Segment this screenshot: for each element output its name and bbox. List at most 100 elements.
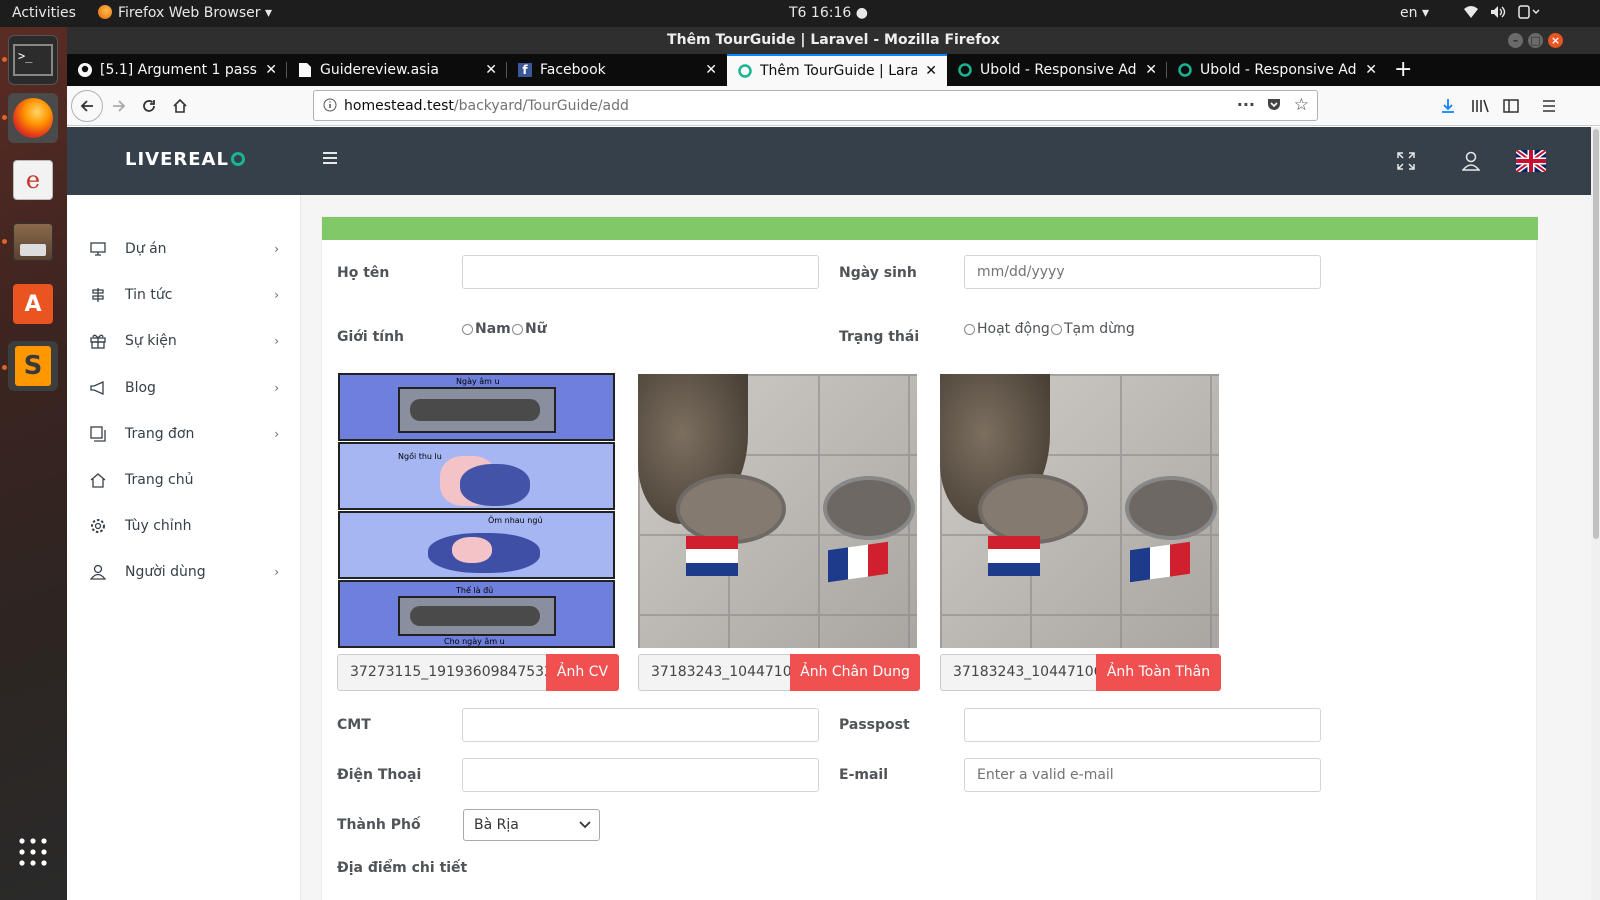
terminal-icon: >_ [13, 44, 53, 76]
full-body-upload-button[interactable]: Ảnh Toàn Thân [1096, 654, 1221, 691]
sidebar-item-du-an[interactable]: Dự án › [89, 234, 279, 264]
menu-toggle-icon[interactable] [322, 150, 338, 169]
sidebar-item-tin-tuc[interactable]: Tin tức › [89, 280, 279, 310]
new-tab-plus-icon[interactable]: + [1394, 57, 1412, 82]
files-launcher[interactable] [8, 217, 58, 267]
app-logo[interactable]: LIVEREAL [125, 149, 245, 170]
sidebar-item-trang-chu[interactable]: Trang chủ [89, 465, 279, 495]
chevron-right-icon: › [274, 334, 279, 348]
ubold-icon [1177, 62, 1193, 78]
comic-panel: Ngày âm u [338, 373, 615, 441]
bookmark-star-icon[interactable]: ☆ [1294, 95, 1309, 115]
wifi-icon[interactable] [1463, 5, 1479, 23]
tab-close-icon[interactable]: ✕ [1145, 62, 1157, 78]
status-radio-active[interactable]: Hoạt động [964, 321, 1050, 337]
tab-ubold-2[interactable]: Ubold - Responsive Adm ✕ [1167, 54, 1387, 86]
status-radio-paused[interactable]: Tạm dừng [1051, 321, 1135, 337]
gender-radio-female[interactable]: Nữ [512, 321, 547, 337]
tab-close-icon[interactable]: ✕ [925, 63, 937, 79]
gender-radio-male[interactable]: Nam [462, 321, 511, 337]
hamburger-menu-icon[interactable] [1535, 92, 1563, 120]
volume-icon[interactable] [1490, 5, 1506, 23]
activities-button[interactable]: Activities [12, 5, 76, 21]
tab-guidereview[interactable]: Guidereview.asia ✕ [287, 54, 507, 86]
page-actions-icon[interactable]: ··· [1237, 95, 1255, 114]
forward-arrow-icon[interactable] [105, 92, 133, 120]
tab-title: Guidereview.asia [320, 62, 439, 78]
close-window-button[interactable]: × [1548, 33, 1563, 48]
sidebar-item-label: Tùy chỉnh [125, 518, 192, 534]
tab-facebook[interactable]: f Facebook ✕ [507, 54, 727, 86]
chevron-down-icon [579, 810, 591, 840]
reload-icon[interactable] [135, 92, 163, 120]
tab-title: [5.1] Argument 1 passed [100, 62, 258, 78]
passport-label: Passpost [839, 717, 910, 733]
profile-user-icon[interactable] [1461, 151, 1481, 175]
sidebar-item-trang-don[interactable]: Trang đơn › [89, 419, 279, 449]
tab-tourguide-active[interactable]: Thêm TourGuide | Laravel ✕ [727, 54, 947, 86]
tab-close-icon[interactable]: ✕ [705, 62, 717, 78]
comic-panel: Ôm nhau ngủ [338, 511, 615, 579]
dob-input[interactable]: mm/dd/yyyy [964, 255, 1321, 289]
software-launcher[interactable]: A [8, 279, 58, 329]
sublime-launcher[interactable]: S [8, 341, 58, 391]
language-indicator[interactable]: en ▾ [1400, 5, 1429, 21]
city-label: Thành Phố [337, 817, 421, 833]
croatia-flag-icon [988, 536, 1040, 576]
running-indicator [2, 115, 7, 120]
sidebar-item-su-kien[interactable]: Sự kiện › [89, 326, 279, 356]
pocket-icon[interactable] [1266, 97, 1282, 117]
show-applications-button[interactable] [8, 827, 58, 877]
github-icon [77, 62, 93, 78]
library-icon[interactable] [1466, 92, 1494, 120]
power-icon[interactable] [1518, 5, 1540, 23]
chevron-right-icon: › [274, 565, 279, 579]
clock[interactable]: T6 16:16 ● [789, 5, 868, 21]
sidebar-item-label: Blog [125, 380, 156, 396]
full-body-upload-label: Ảnh Toàn Thân [1106, 664, 1211, 680]
url-bar[interactable]: homestead.test/backyard/TourGuide/add ··… [313, 90, 1318, 121]
id-card-input[interactable] [462, 708, 819, 742]
city-select[interactable]: Bà Rịa [463, 809, 600, 841]
portrait-file-input[interactable]: 37183243_10447106 [638, 654, 792, 691]
tab-close-icon[interactable]: ✕ [265, 62, 277, 78]
croatia-flag-icon [686, 536, 738, 576]
uk-flag-icon[interactable] [1514, 147, 1548, 176]
tab-github[interactable]: [5.1] Argument 1 passed ✕ [67, 54, 287, 86]
sidebar-item-blog[interactable]: Blog › [89, 373, 279, 403]
passport-input[interactable] [964, 708, 1321, 742]
back-arrow-icon[interactable] [71, 90, 103, 122]
cv-upload-label: Ảnh CV [556, 664, 609, 680]
document-viewer-launcher[interactable]: e [8, 155, 58, 205]
gender-label: Giới tính [337, 329, 405, 345]
phone-input[interactable] [462, 758, 819, 792]
full-body-file-input[interactable]: 37183243_10447106 [940, 654, 1098, 691]
minimize-button[interactable]: – [1508, 33, 1523, 48]
tab-ubold-1[interactable]: Ubold - Responsive Adm ✕ [947, 54, 1167, 86]
firefox-launcher[interactable] [8, 93, 58, 143]
terminal-launcher[interactable]: >_ [8, 35, 58, 85]
cv-upload-button[interactable]: Ảnh CV [546, 654, 619, 691]
maximize-button[interactable]: □ [1528, 33, 1543, 48]
tab-close-icon[interactable]: ✕ [485, 62, 497, 78]
app-grid-icon [19, 838, 47, 866]
name-input[interactable] [462, 255, 819, 289]
download-arrow-icon[interactable] [1434, 92, 1462, 120]
portrait-upload-button[interactable]: Ảnh Chân Dung [790, 654, 920, 691]
running-indicator [2, 365, 7, 370]
app-menu[interactable]: Firefox Web Browser ▾ [98, 5, 272, 21]
tab-close-icon[interactable]: ✕ [1365, 62, 1377, 78]
firefox-small-icon [98, 5, 112, 19]
sidebar-item-label: Trang đơn [125, 426, 195, 442]
scrollbar-thumb[interactable] [1593, 129, 1599, 539]
app-header: LIVEREAL [67, 127, 1600, 195]
cv-file-input[interactable]: 37273115_191936098475325 [337, 654, 547, 691]
info-icon[interactable] [323, 98, 337, 116]
email-input[interactable]: Enter a valid e-mail [964, 758, 1321, 792]
sidebar-item-tuy-chinh[interactable]: Tùy chỉnh [89, 511, 279, 541]
fullscreen-icon[interactable] [1397, 152, 1415, 174]
sidebar-item-nguoi-dung[interactable]: Người dùng › [89, 557, 279, 587]
sidebar-toggle-icon[interactable] [1497, 92, 1525, 120]
card-header-bar [322, 217, 1538, 240]
home-icon[interactable] [166, 92, 194, 120]
